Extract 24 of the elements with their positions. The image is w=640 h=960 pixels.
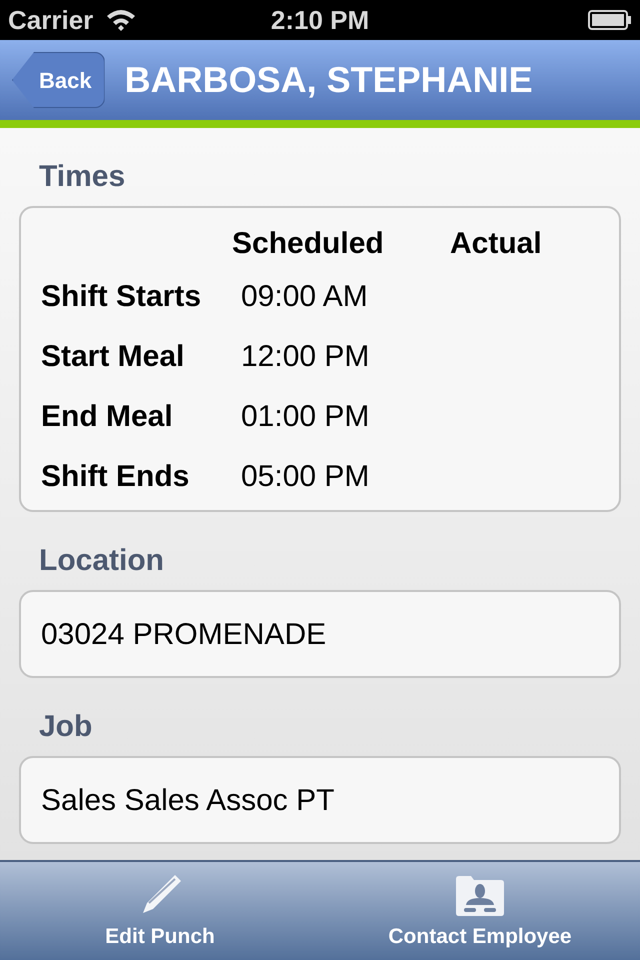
contact-card-icon (455, 874, 505, 916)
wifi-icon (105, 8, 138, 32)
back-button[interactable]: Back (12, 52, 105, 108)
section-heading: Location (38, 543, 165, 579)
section-heading: Job (38, 709, 94, 745)
value-text: 03024 PROMENADE (41, 616, 326, 652)
row-label: End Meal (40, 398, 174, 434)
scheduled-time: 01:00 PM (241, 398, 370, 434)
clock-time: 2:10 PM (270, 4, 370, 36)
scheduled-time: 12:00 PM (241, 338, 370, 374)
employee-name-title: BARBOSA, STEPHANIE (124, 58, 533, 102)
carrier-label: Carrier (8, 4, 94, 36)
column-header: Scheduled (232, 226, 385, 262)
scheduled-time: 05:00 PM (241, 458, 370, 494)
column-header: Actual (450, 226, 542, 262)
section-heading: Times (38, 159, 126, 195)
value-text: Sales Sales Assoc PT (41, 782, 334, 818)
battery-icon (588, 9, 632, 31)
row-label: Shift Ends (40, 458, 190, 494)
row-label: Shift Starts (40, 278, 202, 314)
tab-bar-item[interactable]: Edit Punch (0, 862, 320, 960)
tab-bar-item[interactable]: Contact Employee (320, 862, 640, 960)
row-label: Start Meal (40, 338, 186, 374)
scheduled-time: 09:00 AM (241, 278, 368, 314)
